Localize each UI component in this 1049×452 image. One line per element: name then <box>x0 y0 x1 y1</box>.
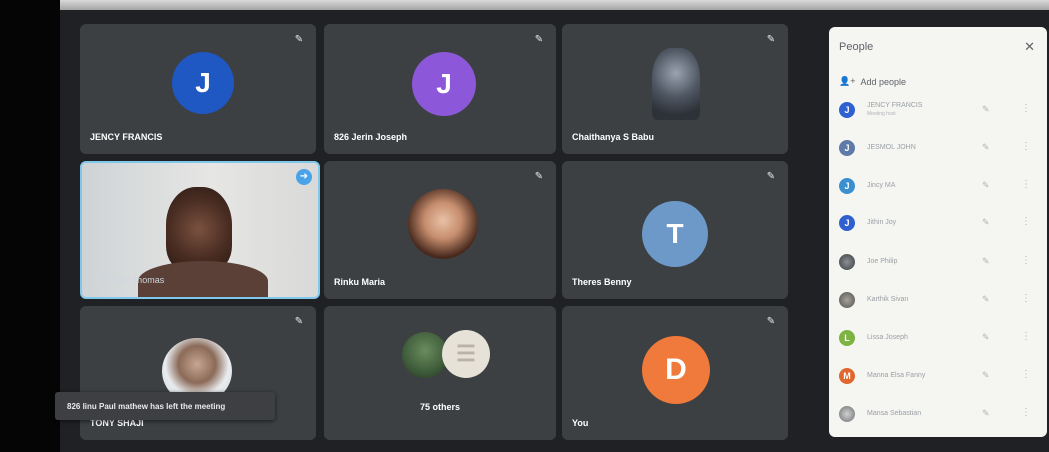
participant-row[interactable]: L Lissa Joseph ✎ ⋮ <box>839 325 1039 351</box>
participant-name: 826 Jerin Joseph <box>334 132 408 142</box>
more-options-icon[interactable]: ⋮ <box>1021 331 1031 342</box>
avatar: M <box>839 368 855 384</box>
people-panel: People ✕ 👤+ Add people J JENCY FRANCIS Me… <box>829 27 1047 437</box>
close-icon[interactable]: ✕ <box>1024 39 1035 55</box>
participant-name: You <box>572 418 589 428</box>
video-person <box>166 187 232 271</box>
avatar-photo <box>839 292 855 308</box>
mic-off-icon: ✎ <box>294 316 304 327</box>
participant-name: Manna Elsa Fanny <box>867 372 926 379</box>
participant-row[interactable]: J Jithin Joy ✎ ⋮ <box>839 210 1039 236</box>
add-people-button[interactable]: 👤+ Add people <box>839 76 906 87</box>
mic-off-icon[interactable]: ✎ <box>982 408 990 419</box>
participant-role: Meeting host <box>867 111 896 117</box>
avatar-photo <box>839 406 855 422</box>
mic-off-icon[interactable]: ✎ <box>982 256 990 267</box>
mic-off-icon: ✎ <box>534 171 544 182</box>
participant-tile[interactable]: T ✎ Theres Benny <box>562 161 788 299</box>
mic-off-icon[interactable]: ✎ <box>982 104 990 115</box>
panel-title: People <box>839 41 874 53</box>
mic-off-icon: ✎ <box>534 34 544 45</box>
avatar: J <box>839 102 855 118</box>
more-options-icon[interactable]: ⋮ <box>1021 216 1031 227</box>
participant-name: JESMOL JOHN <box>867 144 916 151</box>
avatar: J <box>839 215 855 231</box>
participant-row[interactable]: Mansa Sebastian ✎ ⋮ <box>839 401 1039 427</box>
participant-tile-video[interactable]: ➜ Dr. Thera Thomas <box>80 161 320 299</box>
participant-tile[interactable]: ✎ Chaithanya S Babu <box>562 24 788 154</box>
participant-name: Chaithanya S Babu <box>572 132 655 142</box>
participant-tile[interactable]: J ✎ JENCY FRANCIS <box>80 24 316 154</box>
avatar: L <box>839 330 855 346</box>
participant-row[interactable]: M Manna Elsa Fanny ✎ ⋮ <box>839 363 1039 389</box>
more-participants-icon: ☰ <box>442 330 490 378</box>
left-meeting-toast: 826 linu Paul mathew has left the meetin… <box>55 392 275 420</box>
mic-off-icon[interactable]: ✎ <box>982 332 990 343</box>
participant-row[interactable]: Joe Philip ✎ ⋮ <box>839 249 1039 275</box>
avatar: T <box>642 201 708 267</box>
avatar-photo <box>839 254 855 270</box>
participant-photo <box>652 48 700 120</box>
participant-name: Joe Philip <box>867 258 898 265</box>
participant-name: Jincy MA <box>867 182 896 189</box>
add-people-label: Add people <box>860 76 907 87</box>
participant-row[interactable]: J JENCY FRANCIS Meeting host ✎ ⋮ <box>839 97 1039 123</box>
more-options-icon[interactable]: ⋮ <box>1021 141 1031 152</box>
add-person-icon: 👤+ <box>839 76 856 86</box>
participant-name: Jithin Joy <box>867 219 897 226</box>
others-tile[interactable]: ☰ 75 others <box>324 306 556 440</box>
pin-icon[interactable]: ➜ <box>296 169 312 185</box>
mic-off-icon: ✎ <box>766 34 776 45</box>
more-options-icon[interactable]: ⋮ <box>1021 407 1031 418</box>
mic-off-icon[interactable]: ✎ <box>982 217 990 228</box>
more-options-icon[interactable]: ⋮ <box>1021 255 1031 266</box>
participant-name: Rinku Maria <box>334 277 386 287</box>
participant-photo <box>408 189 478 259</box>
avatar: J <box>412 52 476 116</box>
participant-name: Mansa Sebastian <box>867 410 922 417</box>
mic-off-icon[interactable]: ✎ <box>982 142 990 153</box>
mic-off-icon[interactable]: ✎ <box>982 370 990 381</box>
participant-name: Karthik Sivan <box>867 296 909 303</box>
more-options-icon[interactable]: ⋮ <box>1021 103 1031 114</box>
participant-row[interactable]: Karthik Sivan ✎ ⋮ <box>839 287 1039 313</box>
mic-off-icon: ✎ <box>766 316 776 327</box>
mic-off-icon: ✎ <box>766 171 776 182</box>
more-options-icon[interactable]: ⋮ <box>1021 179 1031 190</box>
participant-tile[interactable]: J ✎ 826 Jerin Joseph <box>324 24 556 154</box>
participant-name: JENCY FRANCIS <box>867 102 923 109</box>
others-count: 75 others <box>419 402 461 412</box>
more-options-icon[interactable]: ⋮ <box>1021 369 1031 380</box>
monitor-left-bezel <box>0 0 60 452</box>
participant-row[interactable]: J JESMOL JOHN ✎ ⋮ <box>839 135 1039 161</box>
avatar: J <box>839 140 855 156</box>
mic-off-icon[interactable]: ✎ <box>982 180 990 191</box>
participant-tile[interactable]: ✎ Rinku Maria <box>324 161 556 299</box>
self-tile[interactable]: D ✎ You <box>562 306 788 440</box>
mic-off-icon[interactable]: ✎ <box>982 294 990 305</box>
participant-name: Lissa Joseph <box>867 334 908 341</box>
mic-off-icon: ✎ <box>294 34 304 45</box>
avatar: D <box>642 336 710 404</box>
avatar: J <box>839 178 855 194</box>
participant-name: JENCY FRANCIS <box>90 132 163 142</box>
participant-name: Dr. Thera Thomas <box>92 275 165 285</box>
participant-row[interactable]: J Jincy MA ✎ ⋮ <box>839 173 1039 199</box>
avatar: J <box>172 52 234 114</box>
participant-name: Theres Benny <box>572 277 632 287</box>
more-options-icon[interactable]: ⋮ <box>1021 293 1031 304</box>
